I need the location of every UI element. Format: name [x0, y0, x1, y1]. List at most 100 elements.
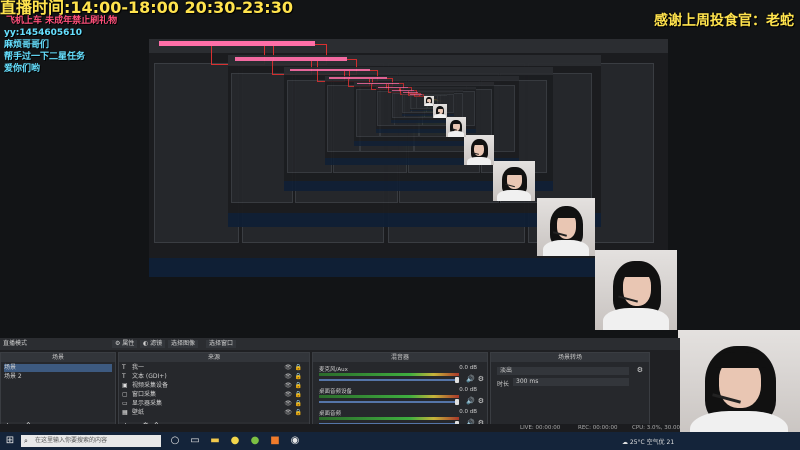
webcam-tile [493, 161, 535, 201]
taskbar: ⊞ ⌕ 在这里输入你要搜索的内容 ○ ▭ ▬ ● ● ■ ◉ ☁ 25°C 空气… [0, 432, 800, 450]
scene-item[interactable]: 场景 2 [4, 373, 112, 381]
source-label: 视频采集设备 [132, 382, 169, 389]
source-label: 文本 (GDI+) [132, 373, 167, 380]
source-label: 窗口采集 [132, 391, 157, 398]
speaker-icon[interactable]: 🔊 [466, 375, 475, 383]
text-icon: T [122, 364, 126, 371]
app-icon[interactable]: ■ [270, 436, 280, 446]
rec-time: REC: 00:00:00 [578, 425, 618, 431]
webcam-tile [595, 250, 677, 330]
windows-icon[interactable]: ⊞ [5, 436, 15, 446]
mixer-channel-label: 桌面音频设备 [319, 389, 353, 395]
speaker-icon[interactable]: 🔊 [466, 397, 475, 405]
duration-label: 时长 [497, 381, 510, 388]
folder-icon[interactable]: ▬ [210, 436, 220, 446]
lock-icon[interactable]: 🔒 [295, 409, 302, 417]
source-item[interactable]: T 文本 (GDI+) 👁 🔒 [122, 373, 306, 381]
lock-icon[interactable]: 🔒 [295, 400, 302, 408]
status-bar: LIVE: 00:00:00 REC: 00:00:00 CPU: 3.0%, … [0, 424, 680, 439]
image-icon: ▦ [122, 409, 128, 416]
scene-item[interactable]: 场景 [4, 364, 112, 372]
text-icon: T [122, 373, 126, 380]
volume-slider[interactable] [319, 401, 459, 403]
lock-icon[interactable]: 🔒 [295, 382, 302, 390]
app-icon[interactable]: ● [250, 436, 260, 446]
camera-icon: ▣ [122, 382, 128, 389]
gear-icon[interactable]: ⚙ [478, 375, 484, 383]
volume-meter [319, 373, 459, 376]
obs-window: 直播模式 ⚙ 属性 ◐ 滤镜 选择图像 选择窗口 场景 场景 场景 2 + − … [0, 338, 680, 439]
source-item[interactable]: ▢ 窗口采集 👁 🔒 [122, 391, 306, 399]
message-line-1: 麻烦哥哥们 [4, 40, 50, 50]
edge-icon[interactable]: ▭ [190, 436, 200, 446]
volume-meter [319, 417, 459, 420]
gear-icon[interactable]: ⚙ [478, 397, 484, 405]
scenes-dock: 场景 场景 场景 2 + − ⌃ ⌄ [0, 352, 116, 432]
properties-button[interactable]: ⚙ 属性 [112, 340, 138, 348]
menu-item-mode[interactable]: 直播模式 [3, 340, 27, 347]
cloud-icon: ☁ [622, 439, 628, 446]
live-time: LIVE: 00:00:00 [520, 425, 561, 431]
obs-icon[interactable]: ◉ [290, 436, 300, 446]
transitions-dock: 场景转场 淡出 ⚙ 时长 300 ms [490, 352, 650, 432]
lock-icon[interactable]: 🔒 [295, 391, 302, 399]
visibility-eye-icon[interactable]: 👁 [284, 409, 292, 417]
visibility-eye-icon[interactable]: 👁 [284, 373, 292, 381]
filters-button[interactable]: ◐ 滤镜 [140, 340, 166, 348]
thanks-text: 感谢上周投食官：老蛇 [654, 13, 794, 29]
visibility-eye-icon[interactable]: 👁 [284, 364, 292, 372]
task-view-icon[interactable]: ○ [170, 436, 180, 446]
webcam-tile [464, 135, 494, 165]
webcam-tile [446, 117, 466, 137]
message-line-3: 爱你们哟 [4, 64, 41, 74]
source-item[interactable]: ▣ 视频采集设备 👁 🔒 [122, 382, 306, 390]
transition-select[interactable]: 淡出 [497, 367, 629, 375]
mixer-channel-label: 麦克风/Aux [319, 367, 348, 373]
mixer-db-value: 0.0 dB [459, 365, 477, 371]
source-item[interactable]: T 我一 👁 🔒 [122, 364, 306, 372]
transitions-title: 场景转场 [491, 353, 649, 362]
mixer-channel-label: 桌面音频 [319, 411, 342, 417]
volume-slider[interactable] [319, 379, 459, 381]
taskbar-search-box[interactable]: ⌕ 在这里输入你要搜索的内容 [21, 435, 161, 447]
source-item[interactable]: ▦ 壁纸 👁 🔒 [122, 409, 306, 417]
weather-tray[interactable]: ☁ 25°C 空气优 21 [622, 437, 674, 446]
lock-icon[interactable]: 🔒 [295, 373, 302, 381]
stream-hours-text: 直播时间:14:00-18:00 20:30-23:30 [0, 0, 293, 17]
select-image-button[interactable]: 选择图像 [168, 340, 199, 348]
source-label: 壁纸 [132, 409, 145, 416]
obs-menu-bar: 直播模式 ⚙ 属性 ◐ 滤镜 选择图像 选择窗口 [0, 338, 680, 350]
webcam-tile [424, 96, 434, 106]
visibility-eye-icon[interactable]: 👁 [284, 391, 292, 399]
mixer-db-value: 0.0 dB [459, 409, 477, 415]
mixer-dock: 混音器 麦克风/Aux 0.0 dB 🔊 ⚙ 桌面音频设备 0.0 dB 🔊 ⚙ 桌面音频 0.0… [312, 352, 488, 432]
visibility-eye-icon[interactable]: 👁 [284, 400, 292, 408]
transition-settings-icon[interactable]: ⚙ [637, 366, 643, 374]
yy-id-text: yy:1454605610 [4, 28, 82, 38]
lock-icon[interactable]: 🔒 [295, 364, 302, 372]
window-icon: ▢ [122, 391, 128, 398]
select-window-button[interactable]: 选择窗口 [206, 340, 237, 348]
chrome-icon[interactable]: ● [230, 436, 240, 446]
visibility-eye-icon[interactable]: 👁 [284, 382, 292, 390]
sources-title: 来源 [119, 353, 309, 362]
volume-slider-knob[interactable] [455, 377, 459, 383]
mixer-title: 混音器 [313, 353, 487, 362]
source-item[interactable]: ▭ 显示器采集 👁 🔒 [122, 400, 306, 408]
search-icon: ⌕ [24, 437, 28, 445]
duration-input[interactable]: 300 ms [513, 378, 629, 386]
warning-text: 飞机上车 未成年禁止刷礼物 [6, 16, 118, 26]
webcam-tile [433, 104, 447, 118]
source-label: 我一 [132, 364, 145, 371]
volume-meter [319, 395, 459, 398]
source-label: 显示器采集 [132, 400, 163, 407]
mixer-db-value: 0.0 dB [459, 387, 477, 393]
scenes-title: 场景 [1, 353, 115, 362]
webcam-tile [537, 198, 595, 256]
volume-slider-knob[interactable] [455, 399, 459, 405]
monitor-icon: ▭ [122, 400, 128, 407]
sources-dock: 来源 T 我一 👁 🔒 T 文本 (GDI+) 👁 🔒 ▣ 视频采集设备 👁 🔒 ▢ 窗口采集 👁 🔒 ▭ 显示器… [118, 352, 310, 432]
webcam-tile [678, 330, 800, 442]
message-line-2: 帮手过一下二星任务 [4, 52, 86, 62]
screen: 直播时间:14:00-18:00 20:30-23:30 飞机上车 未成年禁止刷… [0, 0, 800, 450]
